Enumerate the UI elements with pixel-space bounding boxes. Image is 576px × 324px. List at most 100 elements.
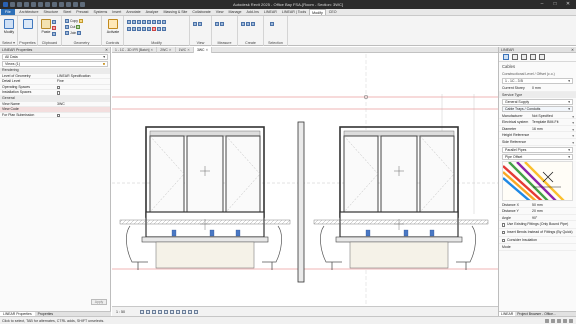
tab-linear-tools[interactable]: LINEAR | Tools [279,9,308,15]
close-icon[interactable]: ✕ [168,48,172,52]
offset-select[interactable]: 1 - 1C - 3 B ▾ [502,78,573,84]
hide-icon[interactable] [193,21,197,26]
pipe-offset-select[interactable]: Pipe Offset ▾ [502,153,573,160]
select-pinned-icon[interactable] [563,318,567,323]
property-row-installation-spaces[interactable]: Installation Spaces [0,90,110,96]
checkbox[interactable] [57,91,61,95]
linear-value[interactable]: 90° [532,215,570,221]
property-value[interactable]: LINEAR Specification [57,74,107,79]
property-row-for-plan-submission[interactable]: For Plan Submission [0,113,110,119]
measure-tool-icon[interactable] [215,21,219,26]
parallel-pipes-select[interactable]: Parallel Pipes ▾ [502,146,573,153]
scale-icon[interactable] [137,26,141,31]
override-icon[interactable] [198,21,202,26]
checkbox[interactable] [502,238,506,242]
cope-icon[interactable] [65,18,69,23]
tab-architecture[interactable]: Architecture [17,9,41,15]
redo-icon[interactable] [31,1,36,7]
connect-icon[interactable] [512,54,518,60]
checkbox[interactable] [57,85,61,89]
close-icon[interactable]: ✕ [186,48,190,52]
close-icon[interactable]: ✕ [205,48,208,52]
close-hidden-icon[interactable] [80,1,85,7]
linear-value[interactable]: 50 mm [532,202,570,208]
linear-value[interactable]: 16 mm [532,126,570,132]
linear-row-angle[interactable]: Angle 90° [499,215,576,222]
mode-row[interactable]: Mode [499,244,576,251]
unpin-icon[interactable] [147,26,151,31]
view-tab-2wc[interactable]: 2WC ✕ [157,47,176,53]
move-icon[interactable] [147,19,151,24]
tab-insert[interactable]: Insert [110,9,124,15]
tab-structure[interactable]: Structure [41,9,61,15]
checkbox[interactable] [57,113,61,117]
linear-check-1[interactable]: Use Existing Fittings (Only Bound Pipe) [499,221,576,229]
column[interactable] [297,121,305,283]
delete-icon[interactable] [152,26,156,31]
paste-button[interactable]: Paste [39,18,53,38]
select-links-icon[interactable] [557,318,561,323]
route-icon[interactable] [503,54,509,60]
tab-annotate[interactable]: Annotate [124,9,143,15]
linear-row-electrical-system[interactable]: Electrical system Template BIM-Fit ▾ [499,119,576,126]
select-dropdown[interactable]: Select ▾ [0,41,17,45]
create-parts-icon[interactable] [246,21,250,26]
view-tab-1-1c-3d-ifr-batch[interactable]: 1 - 1C - 3D IFR [Batch] ✕ [112,47,158,53]
create-assembly-icon[interactable] [241,21,245,26]
linear-row-manufacturer[interactable]: Manufacturer Not Specified ▾ [499,113,576,120]
tab-linear[interactable]: LINEAR [261,9,279,15]
temporary-hide-icon[interactable] [182,309,186,314]
lock-3d-icon[interactable] [176,309,180,314]
maximize-button[interactable]: □ [549,1,561,8]
revit-logo-icon[interactable] [3,1,8,7]
measure-icon[interactable] [45,1,50,7]
mirror-axis-icon[interactable] [137,19,141,24]
checkbox[interactable] [502,223,506,227]
dimension-icon[interactable] [220,21,224,26]
visual-style-icon[interactable] [146,309,150,314]
tab-manage[interactable]: Manage [226,9,244,15]
activate-button[interactable]: Activate [106,18,120,38]
join-icon[interactable] [65,30,69,35]
split-face-icon[interactable] [77,30,82,35]
pin-icon[interactable] [142,26,146,31]
pipe-icon[interactable] [530,54,536,60]
close-button[interactable]: ✕ [562,1,574,8]
tab-file[interactable]: File [1,9,15,15]
chevron-down-icon[interactable]: ▾ [572,140,574,146]
window-bay-left[interactable] [119,126,291,270]
linear-check-3[interactable]: Consider Insulation [499,237,576,245]
show-crop-icon[interactable] [170,309,174,314]
copy-element-icon[interactable] [152,19,156,24]
array-icon[interactable] [132,26,136,31]
current-storey-row[interactable]: Current Storey 0 mm [499,85,576,92]
close-icon[interactable]: ✕ [149,48,153,52]
linear-row-side-reference[interactable]: Side Reference ▾ [499,139,576,146]
info-icon[interactable] [539,54,545,60]
tab-systems[interactable]: Systems [91,9,110,15]
reveal-hidden-icon[interactable] [188,309,192,314]
close-icon[interactable]: ✕ [571,47,574,53]
detail-level-icon[interactable] [140,309,144,314]
text-icon[interactable] [52,1,57,7]
shadows-icon[interactable] [158,309,162,314]
print-icon[interactable] [38,1,43,7]
tab-massing-site[interactable]: Massing & Site [161,9,190,15]
mirror-line-icon[interactable] [142,19,146,24]
split-icon[interactable] [127,26,131,31]
save-icon[interactable] [17,1,22,7]
wall-joins-icon[interactable] [78,18,83,23]
match-icon[interactable] [52,31,56,36]
linear-row-diameter[interactable]: Diameter 16 mm ▾ [499,126,576,133]
views-filter[interactable]: Views (1) ■ [2,61,108,67]
rotate-icon[interactable] [157,19,161,24]
apply-button[interactable]: Apply [91,299,107,305]
cut-icon[interactable] [52,25,56,30]
tab-view[interactable]: View [213,9,226,15]
service-type-select[interactable]: General Supply ▾ [502,98,573,105]
drawing-canvas[interactable] [112,54,498,306]
properties-button[interactable] [21,18,35,38]
lock-icon[interactable]: ■ [103,62,105,67]
property-value[interactable]: 3WC [57,102,107,107]
linear-check-2[interactable]: Insert Bends Instead of Fittings (By Qui… [499,229,576,237]
